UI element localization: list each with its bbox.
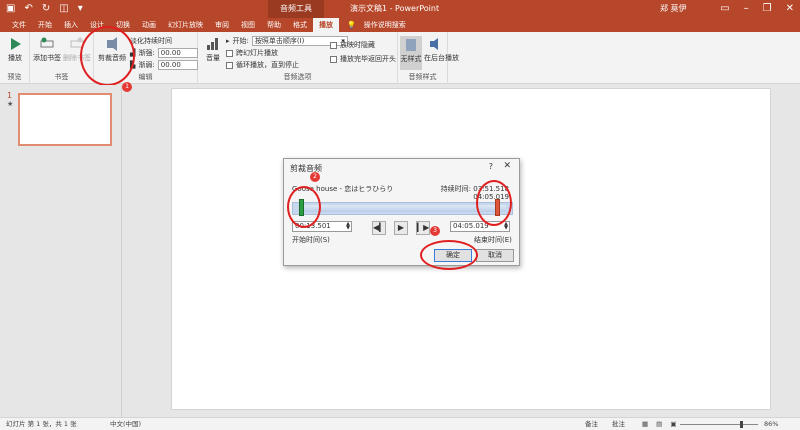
- rewind-checkbox[interactable]: [330, 55, 337, 63]
- fade-in-spinner[interactable]: 00.00: [157, 48, 198, 58]
- add-bookmark-icon: [40, 37, 54, 48]
- slide-number: 1: [7, 91, 13, 100]
- slide-thumbnail[interactable]: [18, 93, 112, 146]
- no-style-icon: [406, 39, 416, 51]
- fade-out-spinner[interactable]: 00.00: [157, 60, 198, 70]
- next-frame-icon: ▎▶: [417, 223, 430, 232]
- tell-me-search[interactable]: 操作说明搜索: [356, 18, 406, 32]
- loop-row[interactable]: 循环播放，直到停止: [226, 60, 299, 70]
- save-icon[interactable]: ▣: [6, 3, 15, 15]
- group-audio-options: 音量 ▸ 开始: 按照单击顺序(I) 跨幻灯片播放 循环播放，直到停止 放映时隐…: [198, 32, 398, 84]
- reading-view-icon[interactable]: ▣: [670, 418, 676, 430]
- tab-animations[interactable]: 动画: [136, 18, 162, 32]
- slideshow-icon[interactable]: ◫: [59, 3, 68, 15]
- spinner-arrows-icon[interactable]: ▲ ▼: [346, 222, 350, 231]
- add-bookmark-button[interactable]: 添加书签: [33, 36, 61, 63]
- group-preview: 播放 预览: [0, 32, 30, 84]
- play-icon: ▶: [397, 223, 405, 232]
- tab-playback[interactable]: 播放: [313, 18, 339, 32]
- start-time-label: 开始时间(S): [292, 236, 330, 244]
- next-frame-button[interactable]: ▎▶: [416, 221, 430, 235]
- tab-review[interactable]: 审阅: [209, 18, 235, 32]
- annotation-number-1: 1: [122, 82, 132, 92]
- annotation-number-3: 3: [430, 226, 440, 236]
- undo-icon[interactable]: ↶: [24, 3, 32, 15]
- fade-duration-label: 淡化持续时间: [130, 37, 172, 45]
- language-indicator[interactable]: 中文(中国): [110, 418, 141, 430]
- tab-file[interactable]: 文件: [6, 18, 32, 32]
- close-icon[interactable]: ✕: [786, 0, 794, 18]
- annotation-circle-2: [287, 186, 321, 228]
- user-name[interactable]: 郑 莫伊: [660, 0, 687, 18]
- window-controls: ▭ – ❐ ✕: [720, 0, 794, 18]
- play-icon: [11, 38, 21, 50]
- status-bar: 幻灯片 第 1 张，共 1 张 中文(中国) 备注 批注 ▦ ▤ ▣ 86%: [0, 417, 800, 430]
- notes-button[interactable]: 备注: [585, 418, 598, 430]
- volume-button[interactable]: 音量: [202, 36, 224, 63]
- tab-format[interactable]: 格式: [287, 18, 313, 32]
- title-bar: ▣ ↶ ↻ ◫ ▾ 音频工具 演示文稿1 - PowerPoint 郑 莫伊 ▭…: [0, 0, 800, 18]
- redo-icon[interactable]: ↻: [42, 3, 50, 15]
- normal-view-icon[interactable]: ▦: [642, 418, 648, 430]
- rewind-row[interactable]: 播放完毕返回开头: [330, 54, 396, 64]
- play-in-background-button[interactable]: 在后台播放: [424, 36, 459, 63]
- start-icon: ▸: [226, 37, 230, 45]
- customize-qat-icon[interactable]: ▾: [78, 3, 83, 15]
- hide-row[interactable]: 放映时隐藏: [330, 40, 375, 50]
- across-slides-row[interactable]: 跨幻灯片播放: [226, 48, 278, 58]
- tab-slideshow[interactable]: 幻灯片放映: [162, 18, 209, 32]
- play-button[interactable]: 播放: [4, 36, 26, 63]
- zoom-slider[interactable]: [680, 424, 758, 425]
- no-style-button[interactable]: 无样式: [400, 36, 422, 70]
- annotation-circle-end: [476, 180, 512, 226]
- background-play-icon: [430, 38, 438, 50]
- zoom-slider-thumb[interactable]: [740, 421, 743, 428]
- slide-info: 幻灯片 第 1 张，共 1 张: [6, 420, 77, 428]
- dialog-close-icon[interactable]: ✕: [503, 161, 511, 171]
- lightbulb-icon[interactable]: 💡: [339, 18, 356, 32]
- ribbon-display-icon[interactable]: ▭: [720, 0, 729, 18]
- tab-insert[interactable]: 插入: [58, 18, 84, 32]
- tab-home[interactable]: 开始: [32, 18, 58, 32]
- cancel-button[interactable]: 取消: [476, 249, 514, 262]
- minimize-icon[interactable]: –: [744, 0, 749, 18]
- tab-view[interactable]: 视图: [235, 18, 261, 32]
- document-title: 演示文稿1 - PowerPoint: [350, 4, 440, 13]
- annotation-circle-3: [420, 240, 478, 270]
- across-slides-checkbox[interactable]: [226, 49, 233, 57]
- annotation-number-2: 2: [310, 172, 320, 182]
- play-preview-button[interactable]: ▶: [394, 221, 408, 235]
- loop-checkbox[interactable]: [226, 61, 233, 69]
- group-audio-styles: 无样式 在后台播放 音频样式: [398, 32, 459, 84]
- view-buttons: ▦ ▤ ▣: [642, 418, 676, 430]
- slide-sorter-icon[interactable]: ▤: [656, 418, 662, 430]
- previous-frame-icon: ◀▎: [373, 223, 386, 232]
- fade-out-row: ▙ 渐弱: 00.00: [130, 60, 198, 70]
- zoom-level[interactable]: 86%: [764, 418, 778, 430]
- spinner-arrows-icon[interactable]: ▲ ▼: [504, 222, 508, 231]
- tab-help[interactable]: 帮助: [261, 18, 287, 32]
- hide-checkbox[interactable]: [330, 41, 337, 49]
- context-tab-header: 音频工具: [268, 0, 324, 18]
- maximize-icon[interactable]: ❐: [763, 0, 772, 18]
- animation-star-icon: ★: [7, 100, 14, 108]
- end-time-label: 结束时间(E): [474, 236, 512, 244]
- help-icon[interactable]: ?: [489, 162, 493, 171]
- fade-in-row: ▟ 渐强: 00.00: [130, 48, 198, 58]
- quick-access-toolbar: ▣ ↶ ↻ ◫ ▾: [6, 3, 83, 15]
- slide-thumbnails-panel: 1 ★: [0, 85, 122, 417]
- comments-button[interactable]: 批注: [612, 418, 625, 430]
- annotation-circle-1: [80, 26, 135, 86]
- previous-frame-button[interactable]: ◀▎: [372, 221, 386, 235]
- volume-icon: [207, 38, 218, 50]
